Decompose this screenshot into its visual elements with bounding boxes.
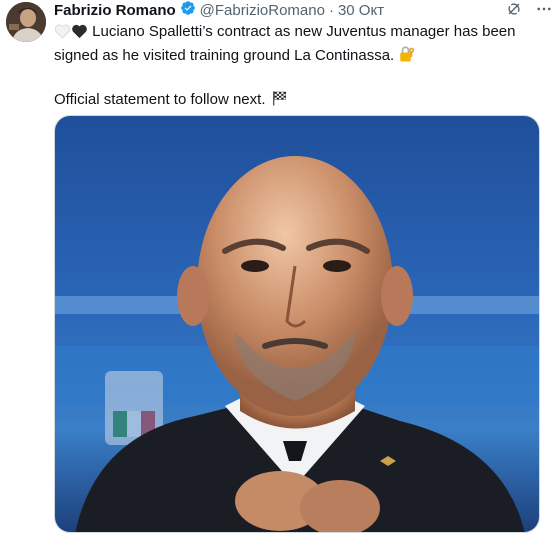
tweet-text-line-3: Official statement to follow next. — [54, 89, 549, 113]
tweet-header: Fabrizio Romano @FabrizioRomano · 30 Окт — [54, 0, 384, 20]
black-heart-icon — [71, 23, 88, 45]
tweet-text-line-1: Luciano Spalletti’s contract as new Juve… — [54, 22, 549, 45]
separator-dot: · — [328, 1, 334, 19]
more-icon[interactable] — [535, 0, 553, 18]
verified-badge-icon — [180, 0, 196, 20]
tweet-text-line-3-content: Official statement to follow next. — [54, 91, 266, 108]
tweet-text-line-1-content: Luciano Spalletti’s contract as new Juve… — [88, 23, 516, 40]
tweet-date[interactable]: 30 Окт — [338, 2, 384, 19]
grok-icon[interactable] — [505, 0, 523, 18]
tweet-actions-top — [505, 0, 553, 18]
author-handle[interactable]: @FabrizioRomano — [200, 2, 325, 19]
chequered-flag-icon — [270, 89, 288, 113]
tweet-photo[interactable] — [54, 115, 540, 533]
tweet-text-line-2-content: signed as he visited training ground La … — [54, 47, 395, 64]
white-heart-icon — [54, 23, 71, 45]
tweet-text-line-2: signed as he visited training ground La … — [54, 45, 549, 69]
locked-key-icon — [398, 45, 416, 69]
tweet[interactable]: Fabrizio Romano @FabrizioRomano · 30 Окт — [0, 0, 559, 533]
author-name[interactable]: Fabrizio Romano — [54, 2, 176, 19]
tweet-text: Luciano Spalletti’s contract as new Juve… — [54, 22, 549, 113]
avatar[interactable] — [6, 2, 46, 42]
